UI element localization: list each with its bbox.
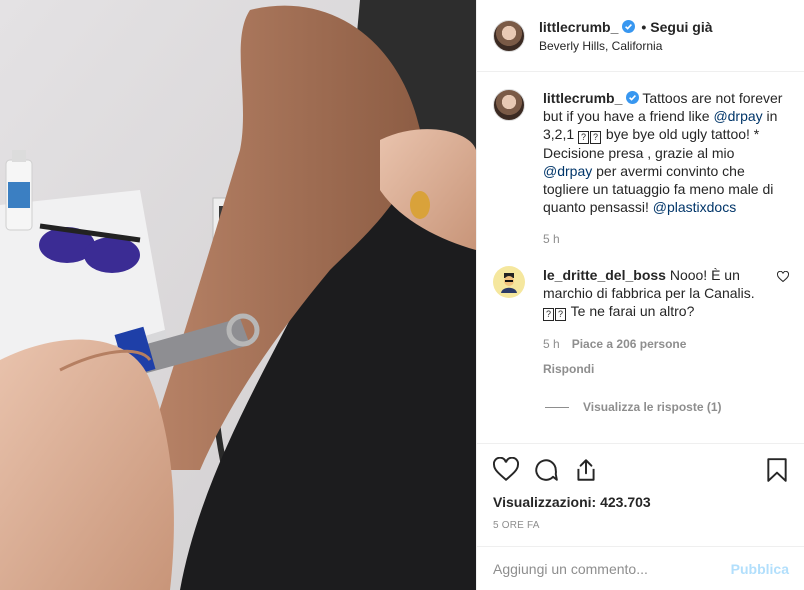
verified-badge-icon: [626, 90, 640, 104]
commenter-avatar[interactable]: [493, 266, 525, 298]
caption-time[interactable]: 5 h: [543, 230, 783, 248]
author-username[interactable]: littlecrumb_: [539, 19, 618, 35]
caption-text: littlecrumb_ Tattoos are not forever but …: [543, 89, 783, 216]
post-video[interactable]: [0, 0, 476, 590]
post-header: littlecrumb_ • Segui già Beverly Hills, …: [477, 0, 804, 72]
comment-meta: 5 h Piace a 206 persone: [543, 335, 765, 353]
header-line: littlecrumb_ • Segui già: [539, 19, 713, 35]
comment-body: le_dritte_del_boss Nooo! È un marchio di…: [543, 266, 765, 378]
comment-like-heart-icon[interactable]: [776, 270, 790, 288]
comment-likes[interactable]: Piace a 206 persone: [572, 335, 687, 353]
comment-text: le_dritte_del_boss Nooo! È un marchio di…: [543, 266, 765, 321]
caption-username[interactable]: littlecrumb_: [543, 90, 622, 106]
view-replies-button[interactable]: Visualizza le risposte (1): [545, 400, 789, 414]
comments-section[interactable]: littlecrumb_ Tattoos are not forever but …: [477, 73, 804, 443]
mention-link[interactable]: @plastixdocs: [653, 199, 736, 215]
view-count[interactable]: Visualizzazioni: 423.703: [493, 494, 789, 510]
caption-row: littlecrumb_ Tattoos are not forever but …: [493, 89, 789, 248]
comment-time[interactable]: 5 h: [543, 335, 560, 353]
post-time-ago[interactable]: 5 ORE FA: [493, 520, 789, 531]
emoji-placeholder-icon: ?: [543, 308, 554, 321]
video-frame: [0, 0, 476, 590]
post-side-panel: littlecrumb_ • Segui già Beverly Hills, …: [476, 0, 804, 590]
bookmark-icon[interactable]: [765, 457, 789, 483]
comment-input[interactable]: [493, 560, 731, 577]
add-comment-bar: Pubblica: [477, 546, 804, 590]
heart-icon[interactable]: [493, 457, 519, 483]
replies-divider: [545, 406, 569, 408]
share-icon[interactable]: [573, 457, 599, 483]
dot-separator: •: [641, 18, 647, 35]
mention-link[interactable]: @drpay: [713, 108, 762, 124]
comment-row: le_dritte_del_boss Nooo! È un marchio di…: [493, 266, 790, 378]
comment-text-part: Te ne farai un altro?: [567, 303, 695, 319]
post-actions: Visualizzazioni: 423.703 5 ORE FA: [477, 443, 804, 531]
comment-icon[interactable]: [533, 457, 559, 483]
caption-avatar[interactable]: [493, 89, 525, 121]
emoji-placeholder-icon: ?: [555, 308, 566, 321]
caption-body: littlecrumb_ Tattoos are not forever but …: [543, 89, 783, 248]
verified-badge-icon: [622, 20, 636, 33]
header-text: littlecrumb_ • Segui già Beverly Hills, …: [539, 19, 713, 53]
reply-button[interactable]: Rispondi: [543, 360, 765, 378]
commenter-username[interactable]: le_dritte_del_boss: [543, 267, 666, 283]
action-icons: [493, 444, 789, 496]
post-location[interactable]: Beverly Hills, California: [539, 39, 713, 53]
boss-face-icon: [501, 273, 517, 293]
emoji-placeholder-icon: ?: [590, 131, 602, 144]
emoji-placeholder-icon: ?: [578, 131, 590, 144]
following-button[interactable]: Segui già: [650, 19, 712, 35]
author-avatar[interactable]: [493, 19, 525, 52]
mention-link[interactable]: @drpay: [543, 163, 592, 179]
publish-button[interactable]: Pubblica: [731, 561, 789, 577]
view-replies-label: Visualizza le risposte (1): [583, 400, 722, 414]
